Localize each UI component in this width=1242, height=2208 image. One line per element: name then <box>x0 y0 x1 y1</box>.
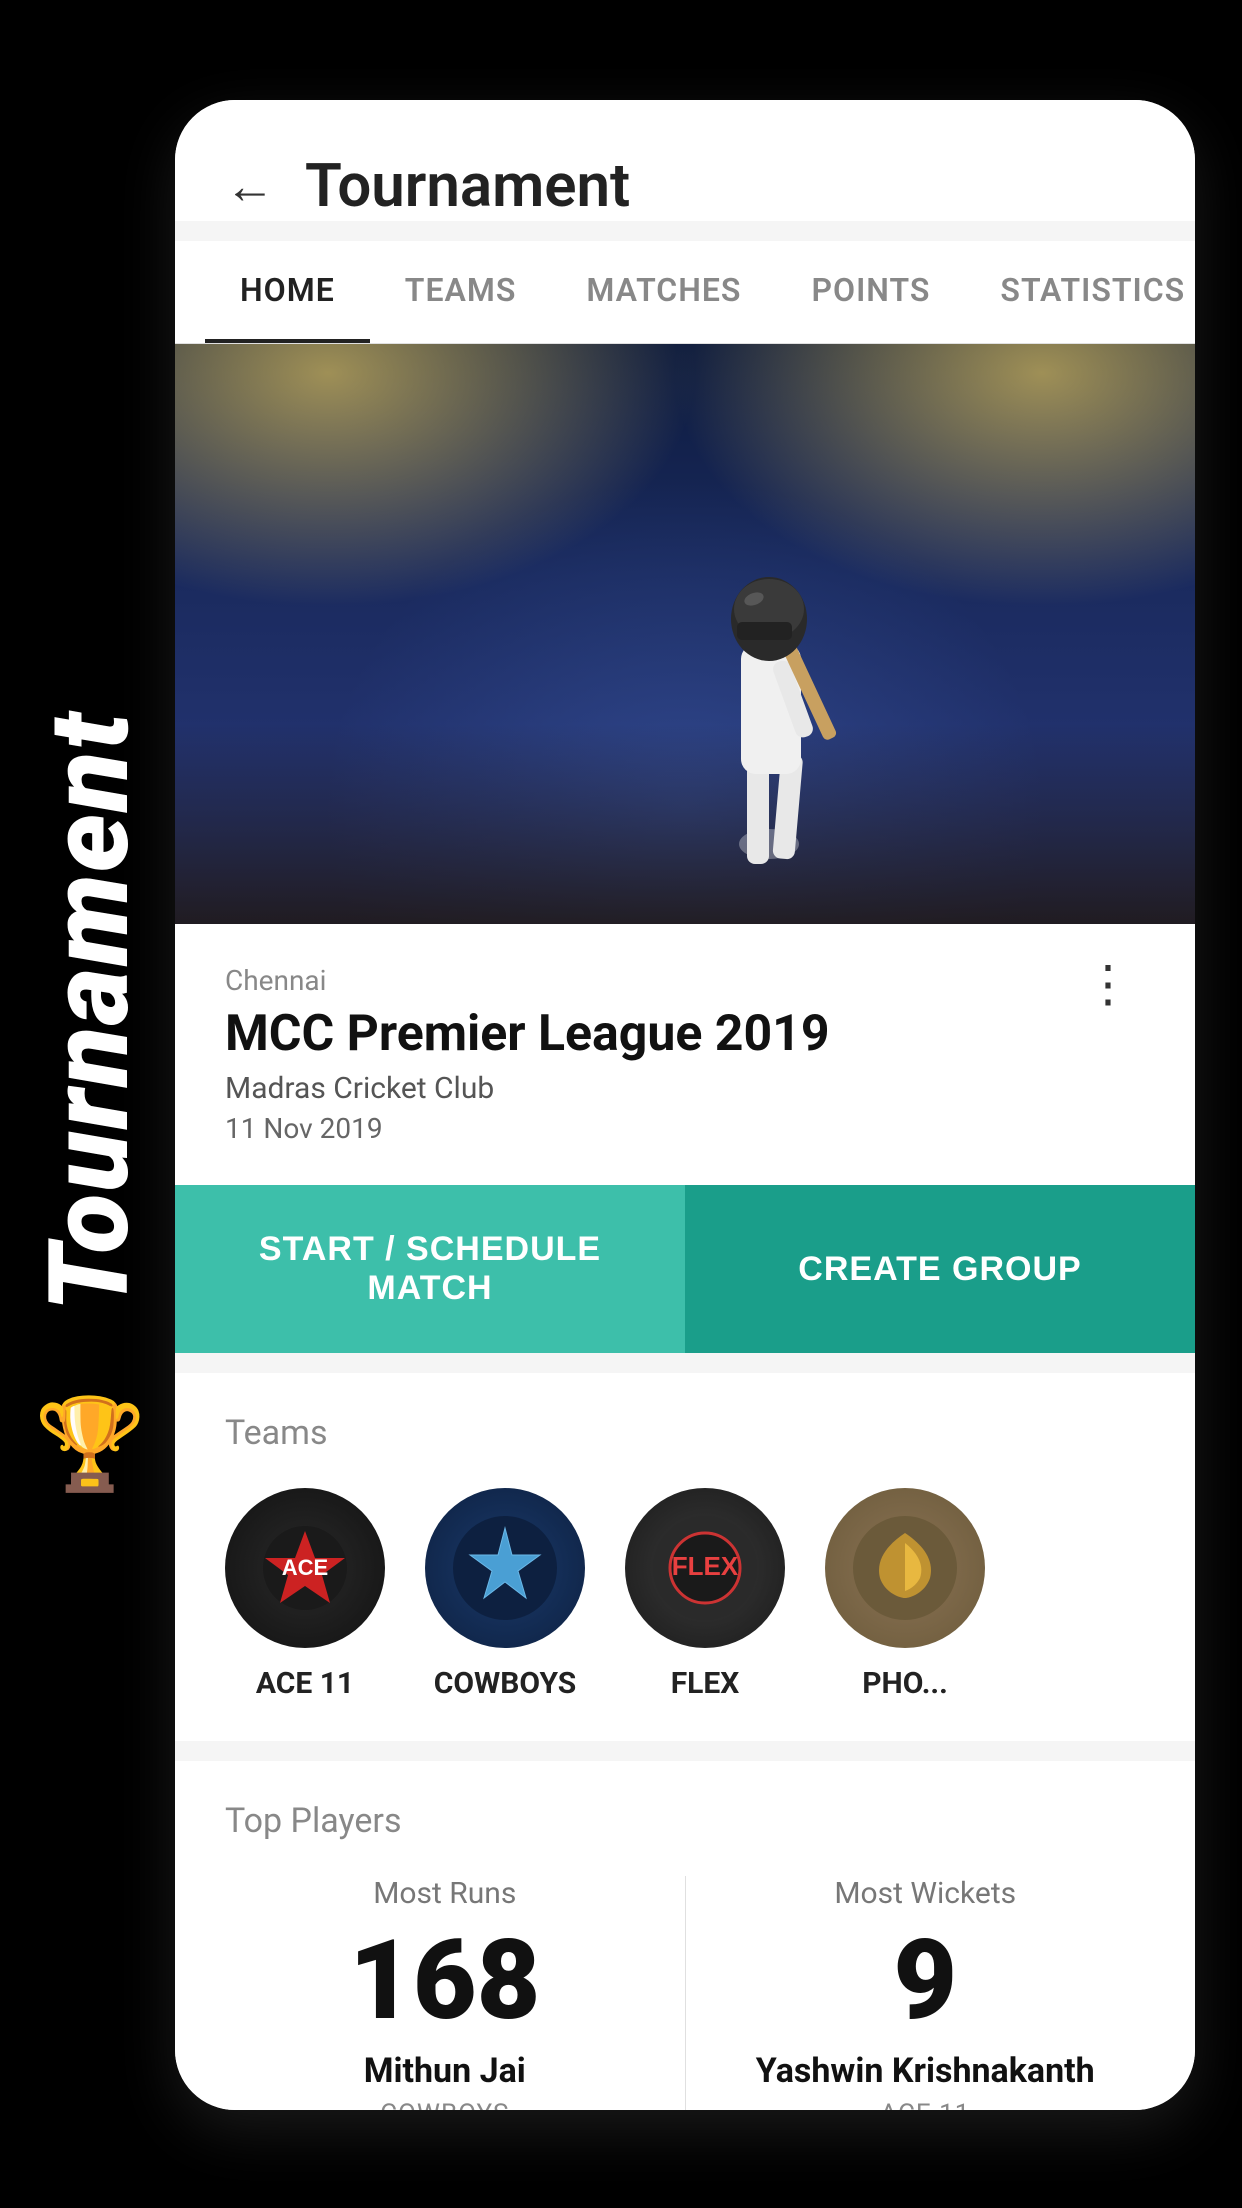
phone-frame: ← Tournament HOME TEAMS MATCHES POINTS S… <box>175 100 1195 2110</box>
team-name-flex: FLEX <box>671 1666 740 1701</box>
teams-section: Teams ACE ACE 11 <box>175 1373 1195 1741</box>
team-item-cowboys[interactable]: COWBOYS <box>425 1488 585 1701</box>
most-runs-player: Mithun Jai <box>225 2051 665 2091</box>
nav-tabs: HOME TEAMS MATCHES POINTS STATISTICS <box>175 241 1195 344</box>
header-title: Tournament <box>305 150 630 221</box>
tab-matches[interactable]: MATCHES <box>551 241 776 343</box>
team-item-ace11[interactable]: ACE ACE 11 <box>225 1488 385 1701</box>
most-wickets-player: Yashwin Krishnakanth <box>706 2051 1146 2091</box>
teams-section-title: Teams <box>225 1413 1145 1453</box>
team-logo-ace11: ACE <box>225 1488 385 1648</box>
tab-teams[interactable]: TEAMS <box>370 241 552 343</box>
team-logo-cowboys <box>425 1488 585 1648</box>
most-wickets-team: ACE 11 <box>706 2099 1146 2110</box>
back-button[interactable]: ← <box>225 157 275 215</box>
tab-points[interactable]: POINTS <box>776 241 965 343</box>
teams-list: ACE ACE 11 COWBOYS <box>225 1488 1145 1701</box>
action-buttons: START / SCHEDULE MATCH CREATE GROUP <box>175 1185 1195 1353</box>
team-name-ace11: ACE 11 <box>256 1666 354 1701</box>
more-options-button[interactable]: ⋮ <box>1073 964 1145 1004</box>
most-runs-stat: Most Runs 168 Mithun Jai COWBOYS <box>225 1876 665 2110</box>
sidebar-tournament-text: Tournament <box>35 711 145 1312</box>
players-grid: Most Runs 168 Mithun Jai COWBOYS Most Wi… <box>225 1876 1145 2110</box>
top-players-section: Top Players Most Runs 168 Mithun Jai COW… <box>175 1761 1195 2110</box>
most-wickets-label: Most Wickets <box>706 1876 1146 1911</box>
svg-text:ACE: ACE <box>282 1555 328 1580</box>
schedule-match-button[interactable]: START / SCHEDULE MATCH <box>175 1185 685 1353</box>
tab-home[interactable]: HOME <box>205 241 370 343</box>
most-runs-team: COWBOYS <box>225 2099 665 2110</box>
top-players-title: Top Players <box>225 1801 1145 1841</box>
stats-divider <box>685 1876 686 2110</box>
cricket-player-illustration <box>629 464 909 884</box>
team-name-pho: PHO... <box>862 1666 948 1701</box>
tournament-location: Chennai <box>225 964 830 997</box>
team-logo-pho <box>825 1488 985 1648</box>
team-name-cowboys: COWBOYS <box>434 1666 577 1701</box>
most-runs-label: Most Runs <box>225 1876 665 1911</box>
app-header: ← Tournament <box>175 100 1195 221</box>
most-wickets-stat: Most Wickets 9 Yashwin Krishnakanth ACE … <box>706 1876 1146 2110</box>
most-wickets-value: 9 <box>706 1926 1146 2036</box>
hero-banner <box>175 344 1195 924</box>
tab-statistics[interactable]: STATISTICS <box>965 241 1195 343</box>
tournament-org: Madras Cricket Club <box>225 1071 830 1106</box>
team-item-pho[interactable]: PHO... <box>825 1488 985 1701</box>
create-group-button[interactable]: CREATE GROUP <box>685 1185 1195 1353</box>
trophy-icon: 🏆 <box>34 1392 146 1497</box>
tournament-info: Chennai MCC Premier League 2019 Madras C… <box>175 924 1195 1185</box>
most-runs-value: 168 <box>225 1926 665 2036</box>
tournament-date: 11 Nov 2019 <box>225 1112 830 1145</box>
team-logo-flex: FLEX <box>625 1488 785 1648</box>
tournament-name: MCC Premier League 2019 <box>225 1005 830 1063</box>
team-item-flex[interactable]: FLEX FLEX <box>625 1488 785 1701</box>
sidebar: Tournament 🏆 <box>0 0 180 2208</box>
svg-text:FLEX: FLEX <box>672 1551 739 1581</box>
